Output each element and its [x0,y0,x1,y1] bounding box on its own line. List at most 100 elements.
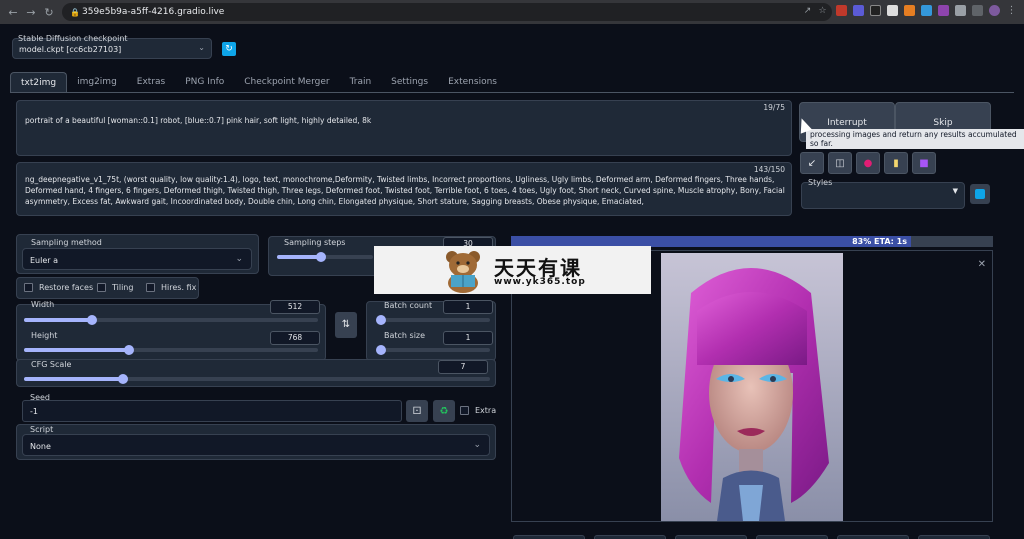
height-slider[interactable] [24,345,318,355]
tiling-checkbox[interactable]: Tiling [97,283,133,292]
arrow-icon: ↙ [807,157,817,169]
hires-fix-checkbox[interactable]: Hires. fix [146,283,196,292]
batch-count-slider[interactable] [376,315,490,325]
script-label: Script [30,425,54,434]
sampling-steps-slider[interactable] [277,252,373,262]
batch-size-input[interactable]: 1 [443,331,493,345]
bear-logo-icon [446,251,480,293]
height-input[interactable]: 768 [270,331,320,345]
cfg-scale-input[interactable]: 7 [438,360,488,374]
extension-icon[interactable] [853,5,864,16]
refresh-styles-button[interactable] [970,184,990,204]
apply-style-button[interactable]: ▮ [884,152,908,174]
save-style-button[interactable]: ■ [912,152,936,174]
avatar[interactable] [989,5,1000,16]
checkbox[interactable] [460,406,469,415]
menu-dots-icon[interactable]: ⋮ [1006,5,1017,16]
address-bar[interactable]: 🔒 359e5b9a-a5ff-4216.gradio.live ↗ ☆ [62,3,832,21]
read-params-button[interactable]: ↙ [800,152,824,174]
extension-icon[interactable] [870,5,881,16]
restore-faces-checkbox[interactable]: Restore faces [24,283,93,292]
sampling-steps-label: Sampling steps [284,238,346,247]
slider-handle[interactable] [316,252,326,262]
generated-image[interactable] [661,253,843,521]
extension-icon[interactable] [921,5,932,16]
sampling-method-label: Sampling method [31,238,102,247]
width-slider[interactable] [24,315,318,325]
slider-handle[interactable] [124,345,134,355]
extension-icon[interactable] [938,5,949,16]
swap-dimensions-button[interactable]: ⇅ [335,312,357,338]
forward-icon[interactable]: → [22,3,40,21]
send-button[interactable] [837,535,909,539]
checkbox[interactable] [97,283,106,292]
tab-extras[interactable]: Extras [127,72,175,92]
clipboard-icon: ▮ [893,157,899,169]
puzzle-icon[interactable] [955,5,966,16]
width-input[interactable]: 512 [270,300,320,314]
refresh-icon: ↻ [225,44,233,54]
seed-input[interactable]: -1 [22,400,402,422]
refresh-checkpoint-button[interactable]: ↻ [222,42,236,56]
checkbox[interactable] [24,283,33,292]
slider-handle[interactable] [376,315,386,325]
tab-extensions[interactable]: Extensions [438,72,507,92]
extension-icon[interactable] [887,5,898,16]
chevron-down-icon: ⌄ [198,43,205,52]
sidebar-icon[interactable] [972,5,983,16]
send-button[interactable] [513,535,585,539]
reuse-seed-button[interactable]: ♻ [433,400,455,422]
slider-handle[interactable] [118,374,128,384]
tab-checkpoint-merger[interactable]: Checkpoint Merger [234,72,339,92]
floppy-icon: ■ [919,157,929,169]
tab-train[interactable]: Train [340,72,382,92]
slider-handle[interactable] [87,315,97,325]
reload-icon[interactable]: ↻ [40,3,58,21]
card-icon: ● [863,157,873,169]
script-select[interactable]: None ⌄ [22,434,490,456]
checkpoint-value: model.ckpt [cc6cb27103] [19,45,122,54]
extensions-bar: ⋮ [836,5,1017,16]
chevron-down-icon: ⌄ [235,254,243,264]
bookmark-star-icon[interactable]: ☆ [817,6,828,17]
slider-fill [277,255,321,259]
extension-icon[interactable] [904,5,915,16]
progress-text: 83% ETA: 1s [852,237,907,246]
share-icon[interactable]: ↗ [802,6,813,17]
sampling-method-select[interactable]: Euler a ⌄ [22,248,252,270]
script-value: None [30,442,51,451]
sampling-method-value: Euler a [30,256,59,265]
slider-fill [24,377,123,381]
extension-icon[interactable] [836,5,847,16]
send-button[interactable] [918,535,990,539]
close-icon[interactable]: ✕ [978,259,986,270]
cfg-scale-slider[interactable] [24,374,490,384]
negative-token-count: 143/150 [753,165,785,174]
batch-count-input[interactable]: 1 [443,300,493,314]
checkbox[interactable] [146,283,155,292]
slider-handle[interactable] [376,345,386,355]
styles-label: Styles [808,178,833,187]
height-label: Height [31,331,58,340]
send-button[interactable] [594,535,666,539]
prompt-textarea[interactable]: 19/75 portrait of a beautiful [woman::0.… [16,100,792,156]
clear-prompt-button[interactable]: ◫ [828,152,852,174]
extra-seed-checkbox[interactable]: Extra [460,406,496,415]
extra-networks-button[interactable]: ● [856,152,880,174]
negative-prompt-textarea[interactable]: 143/150 ng_deepnegative_v1_75t, (worst q… [16,162,792,216]
main-tabs: txt2img img2img Extras PNG Info Checkpoi… [10,72,507,92]
tab-png-info[interactable]: PNG Info [175,72,234,92]
slider-fill [24,318,92,322]
tab-txt2img[interactable]: txt2img [10,72,68,92]
send-button[interactable] [756,535,828,539]
cfg-scale-label: CFG Scale [31,360,72,369]
tab-settings[interactable]: Settings [381,72,438,92]
random-seed-button[interactable]: ⚀ [406,400,428,422]
tab-img2img[interactable]: img2img [67,72,127,92]
seed-value: -1 [30,407,38,416]
back-icon[interactable]: ← [4,3,22,21]
batch-size-slider[interactable] [376,345,490,355]
portrait-image [661,253,843,521]
send-button[interactable] [675,535,747,539]
swap-arrows-icon: ⇅ [341,319,351,330]
